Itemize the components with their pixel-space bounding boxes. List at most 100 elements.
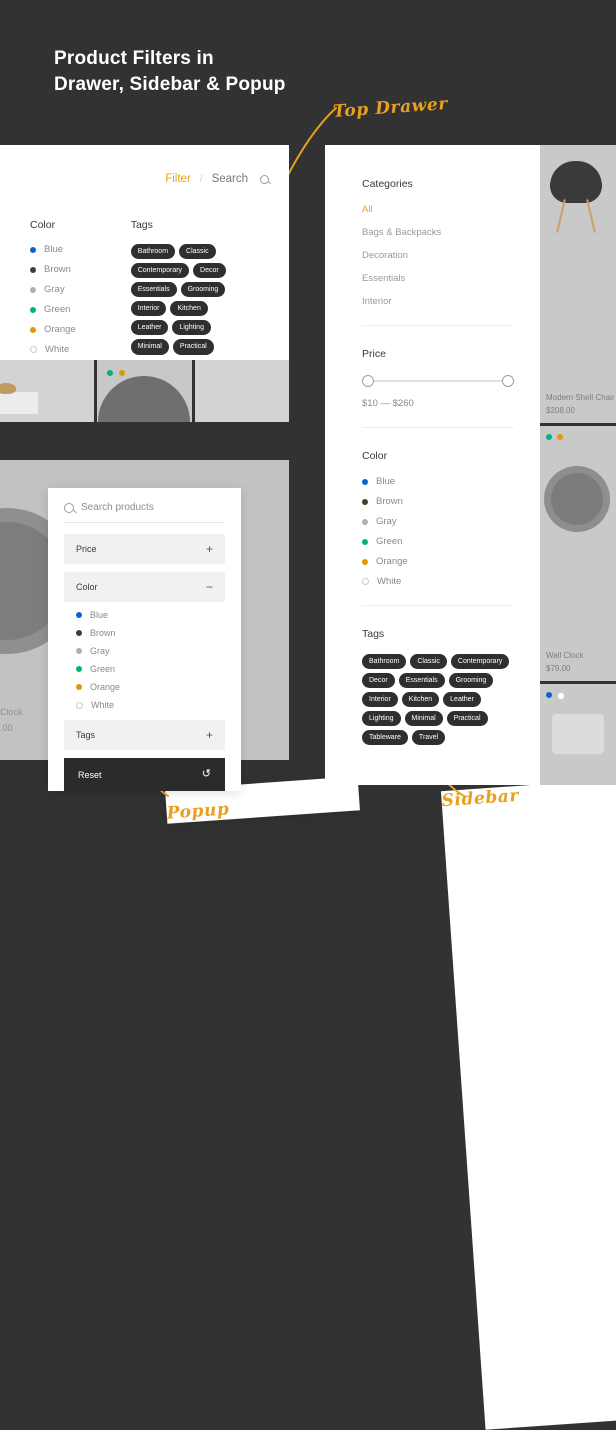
color-option[interactable]: Green (76, 664, 213, 674)
accordion-label-price: Price (76, 544, 97, 554)
tag-chip[interactable]: Classic (410, 654, 447, 670)
page-title-line-2: Drawer, Sidebar & Popup (54, 73, 286, 95)
tag-chip[interactable]: Interior (362, 692, 398, 708)
accordion-row-color[interactable]: Color − (64, 572, 225, 602)
color-option-label: White (91, 700, 115, 710)
color-option[interactable]: Orange (30, 324, 76, 335)
accordion-row-tags[interactable]: Tags + (64, 720, 225, 750)
tag-chip[interactable]: Lighting (172, 320, 211, 336)
color-dot[interactable] (557, 692, 565, 700)
color-option[interactable]: Gray (30, 284, 76, 295)
color-swatch-icon (362, 498, 368, 505)
color-option[interactable]: Gray (362, 516, 514, 527)
color-option-label: Gray (90, 646, 110, 656)
product-card[interactable]: Wall Clock $79.00 (540, 426, 616, 684)
color-option[interactable]: Blue (76, 610, 213, 620)
color-option[interactable]: Gray (76, 646, 213, 656)
tab-filter[interactable]: Filter (165, 173, 191, 185)
sidebar-category-list: All Bags & Backpacks Decoration Essentials I… (362, 204, 514, 307)
search-icon[interactable] (260, 174, 269, 184)
color-option[interactable]: Brown (76, 628, 213, 638)
tag-chip[interactable]: Kitchen (401, 692, 440, 708)
color-option[interactable]: White (362, 576, 514, 587)
color-option-label: Orange (376, 556, 408, 567)
sidebar-category-item[interactable]: Bags & Backpacks (362, 227, 514, 238)
color-option[interactable]: Orange (362, 556, 514, 567)
color-option[interactable]: Brown (30, 264, 76, 275)
sidebar-category-item[interactable]: Essentials (362, 273, 514, 284)
tag-chip[interactable]: Essentials (130, 282, 177, 298)
color-option-label: Brown (90, 628, 116, 638)
color-swatch-icon (30, 266, 36, 273)
drawer-color-group: Color Blue Brown Gray Green Orange White (30, 219, 76, 364)
tab-search[interactable]: Search (212, 173, 248, 185)
tag-chip[interactable]: Lighting (362, 711, 401, 727)
color-swatch-icon (30, 246, 36, 253)
product-meta: Modern Shell Chair $208.00 (546, 392, 614, 417)
background-product-cell (0, 360, 95, 422)
tag-chip[interactable]: Bathroom (130, 244, 176, 260)
product-card[interactable]: Modern Shell Chair $208.00 (540, 145, 616, 426)
reset-label: Reset (78, 769, 102, 780)
background-product-cell (194, 360, 289, 422)
tab-separator: / (199, 173, 203, 185)
tag-chip[interactable]: Tableware (362, 730, 408, 746)
tag-chip[interactable]: Minimal (404, 711, 443, 727)
sidebar-tags-title: Tags (362, 628, 385, 640)
tag-chip[interactable]: Contemporary (130, 263, 190, 279)
price-range-label: $10 — $260 (362, 398, 414, 409)
sidebar-category-item[interactable]: All (362, 204, 514, 215)
color-dot[interactable] (546, 692, 552, 698)
tag-chip[interactable]: Decor (362, 673, 395, 689)
color-swatch-icon (30, 326, 36, 333)
tag-chip[interactable]: Grooming (180, 282, 226, 298)
price-range-slider[interactable] (362, 374, 514, 388)
color-swatch-icon (76, 684, 82, 690)
product-card[interactable] (540, 684, 616, 785)
tag-chip[interactable]: Interior (130, 301, 167, 317)
color-option[interactable]: Green (362, 536, 514, 547)
popup-search-row[interactable]: Search products (64, 502, 225, 523)
slider-handle-min[interactable] (362, 375, 374, 387)
slider-handle-max[interactable] (502, 375, 514, 387)
sidebar-category-item[interactable]: Interior (362, 296, 514, 307)
annotation-top-drawer: Top Drawer (332, 94, 449, 122)
tag-chip[interactable]: Bathroom (362, 654, 407, 670)
tag-chip[interactable]: Contemporary (450, 654, 510, 670)
tag-chip[interactable]: Practical (172, 339, 214, 355)
color-option-label: Brown (44, 264, 71, 275)
color-option[interactable]: Blue (362, 476, 514, 487)
sidebar-category-item[interactable]: Decoration (362, 250, 514, 261)
sidebar-mockup: Modern Shell Chair $208.00 Wall Clock $7… (325, 145, 616, 785)
color-option[interactable]: Brown (362, 496, 514, 507)
color-dot[interactable] (557, 434, 563, 440)
reset-button[interactable]: Reset ↺ (64, 758, 225, 791)
tag-chip[interactable]: Leather (443, 692, 481, 708)
tag-chip[interactable]: Leather (130, 320, 169, 336)
tag-chip[interactable]: Essentials (398, 673, 445, 689)
drawer-filter-columns: Color Blue Brown Gray Green Orange White Tags… (30, 219, 241, 364)
color-dot[interactable] (546, 434, 552, 440)
color-swatch-icon (76, 648, 82, 654)
annotation-sidebar: Sidebar (440, 776, 616, 1430)
search-input[interactable]: Search products (81, 502, 154, 513)
color-option[interactable]: White (76, 700, 213, 710)
color-dot[interactable] (119, 370, 126, 376)
accordion-row-price[interactable]: Price + (64, 534, 225, 564)
color-dot[interactable] (107, 370, 114, 376)
tag-chip[interactable]: Minimal (130, 339, 169, 355)
slider-track (367, 380, 509, 382)
color-option[interactable]: Orange (76, 682, 213, 692)
color-option[interactable]: White (30, 344, 76, 355)
sidebar-panel: Categories All Bags & Backpacks Decoration… (325, 145, 540, 785)
tag-chip[interactable]: Classic (179, 244, 216, 260)
product-color-dots (546, 692, 565, 700)
tag-chip[interactable]: Kitchen (170, 301, 208, 317)
tag-chip[interactable]: Practical (446, 711, 488, 727)
color-option[interactable]: Blue (30, 244, 76, 255)
tag-chip[interactable]: Grooming (448, 673, 494, 689)
color-option[interactable]: Green (30, 304, 76, 315)
color-option-label: Green (44, 304, 71, 315)
tag-chip[interactable]: Decor (193, 263, 226, 279)
tag-chip[interactable]: Travel (411, 730, 446, 746)
